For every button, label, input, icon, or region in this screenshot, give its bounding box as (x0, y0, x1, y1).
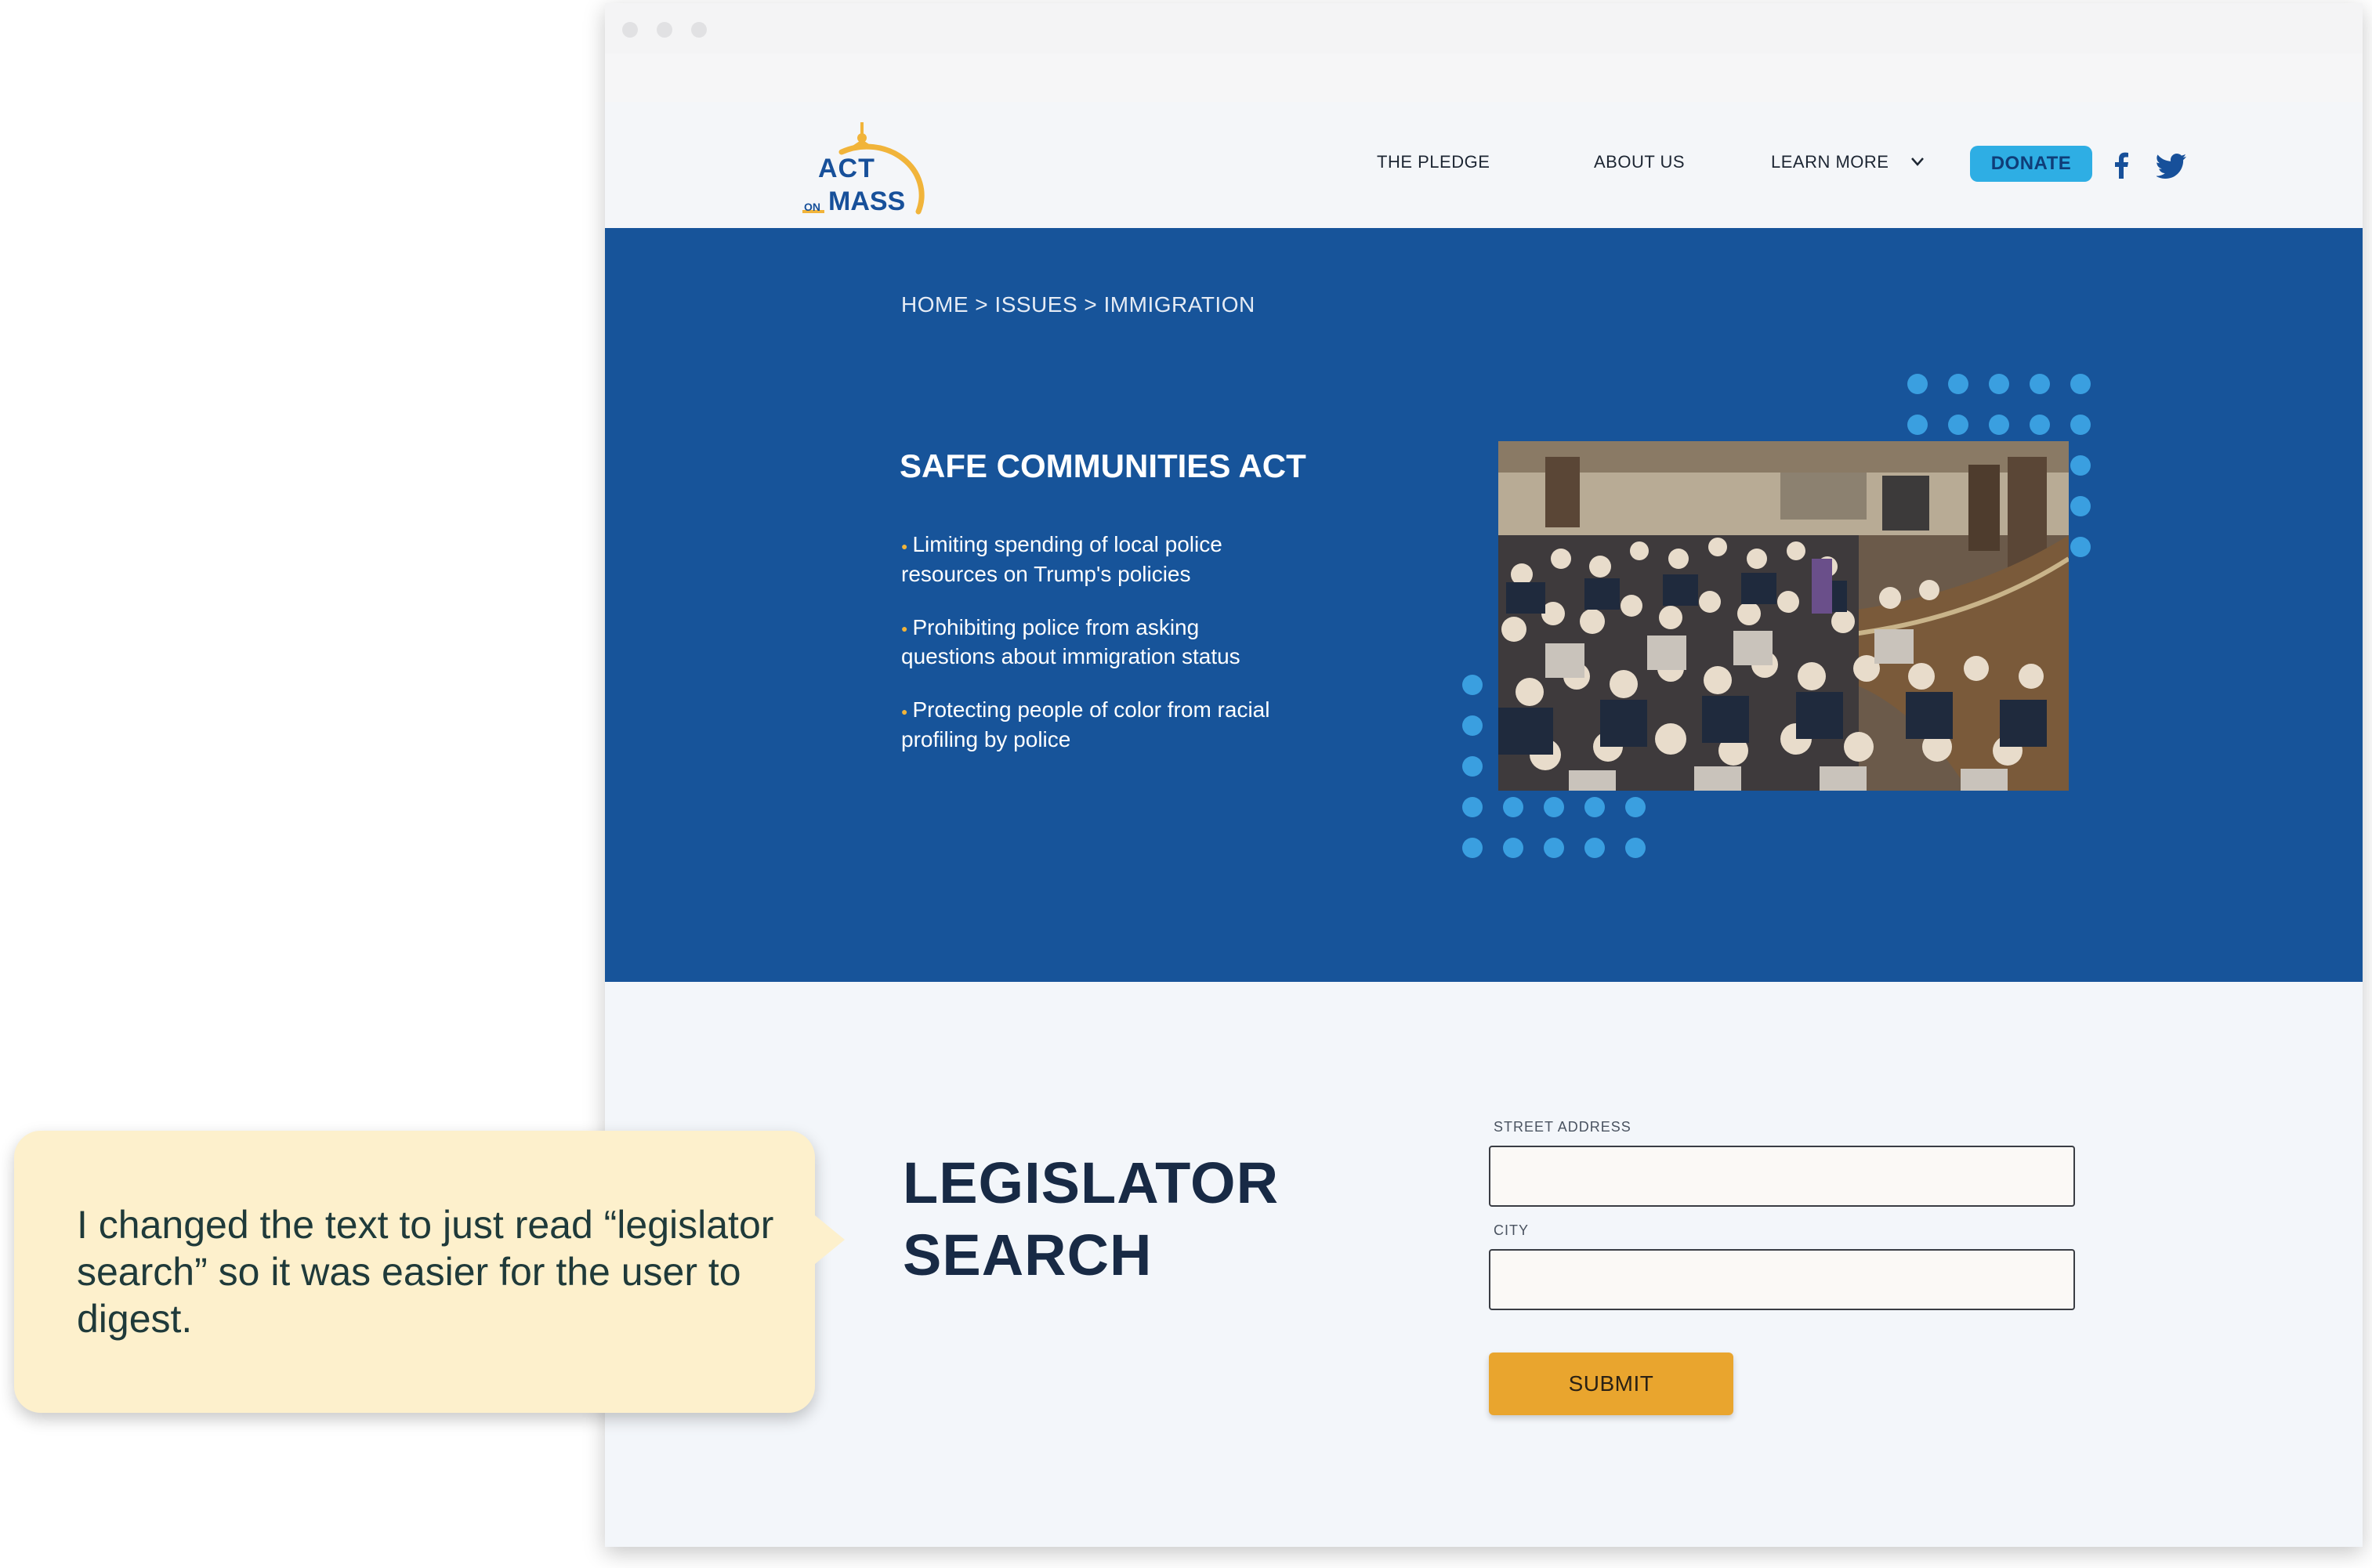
hearing-room-photo (1498, 441, 2069, 791)
twitter-icon[interactable] (2157, 154, 2188, 179)
browser-address-bar (605, 53, 2363, 102)
city-field[interactable] (1489, 1249, 2075, 1310)
hero-section: HOME > ISSUES > IMMIGRATION SAFE COMMUNI… (605, 228, 2363, 982)
bullet-marker-icon: ● (901, 704, 908, 718)
facebook-icon[interactable] (2113, 152, 2130, 179)
nav-learn-more[interactable]: LEARN MORE (1771, 152, 1889, 172)
submit-button[interactable]: SUBMIT (1489, 1353, 1733, 1415)
logo-mass-text: MASS (828, 186, 906, 216)
page-title: SAFE COMMUNITIES ACT (900, 447, 1306, 484)
chevron-down-icon[interactable] (1907, 151, 1928, 172)
site-header: ACT ON MASS THE PLEDGE ABOUT US LEARN MO… (605, 102, 2363, 228)
browser-window: ACT ON MASS THE PLEDGE ABOUT US LEARN MO… (605, 3, 2363, 1547)
breadcrumb[interactable]: HOME > ISSUES > IMMIGRATION (901, 292, 1255, 317)
annotation-text: I changed the text to just read “legisla… (77, 1203, 774, 1341)
logo-act-text: ACT (818, 154, 875, 183)
callout-pointer (810, 1211, 845, 1268)
city-label: CITY (1494, 1222, 1530, 1238)
annotation-callout: I changed the text to just read “legisla… (14, 1131, 815, 1413)
list-item: ● Limiting spending of local police resou… (901, 532, 1222, 586)
logo-on-text: ON (804, 201, 820, 213)
window-dot (691, 22, 707, 38)
nav-the-pledge[interactable]: THE PLEDGE (1377, 152, 1490, 172)
bullet-list: ● Limiting spending of local police resou… (901, 531, 1285, 779)
window-dot (657, 22, 672, 38)
donate-button[interactable]: DONATE (1970, 146, 2092, 182)
nav-about-us[interactable]: ABOUT US (1594, 152, 1685, 172)
list-item: ● Protecting people of color from racial … (901, 697, 1270, 751)
act-on-mass-logo[interactable]: ACT ON MASS (801, 119, 926, 216)
bullet-marker-icon: ● (901, 539, 908, 552)
legislator-search-heading: LEGISLATOR SEARCH (903, 1150, 1280, 1287)
list-item: ● Prohibiting police from asking question… (901, 614, 1240, 669)
bullet-marker-icon: ● (901, 622, 908, 636)
window-dot (622, 22, 638, 38)
street-address-field[interactable] (1489, 1146, 2075, 1207)
street-address-label: STREET ADDRESS (1494, 1119, 1631, 1135)
browser-titlebar (605, 3, 2363, 53)
